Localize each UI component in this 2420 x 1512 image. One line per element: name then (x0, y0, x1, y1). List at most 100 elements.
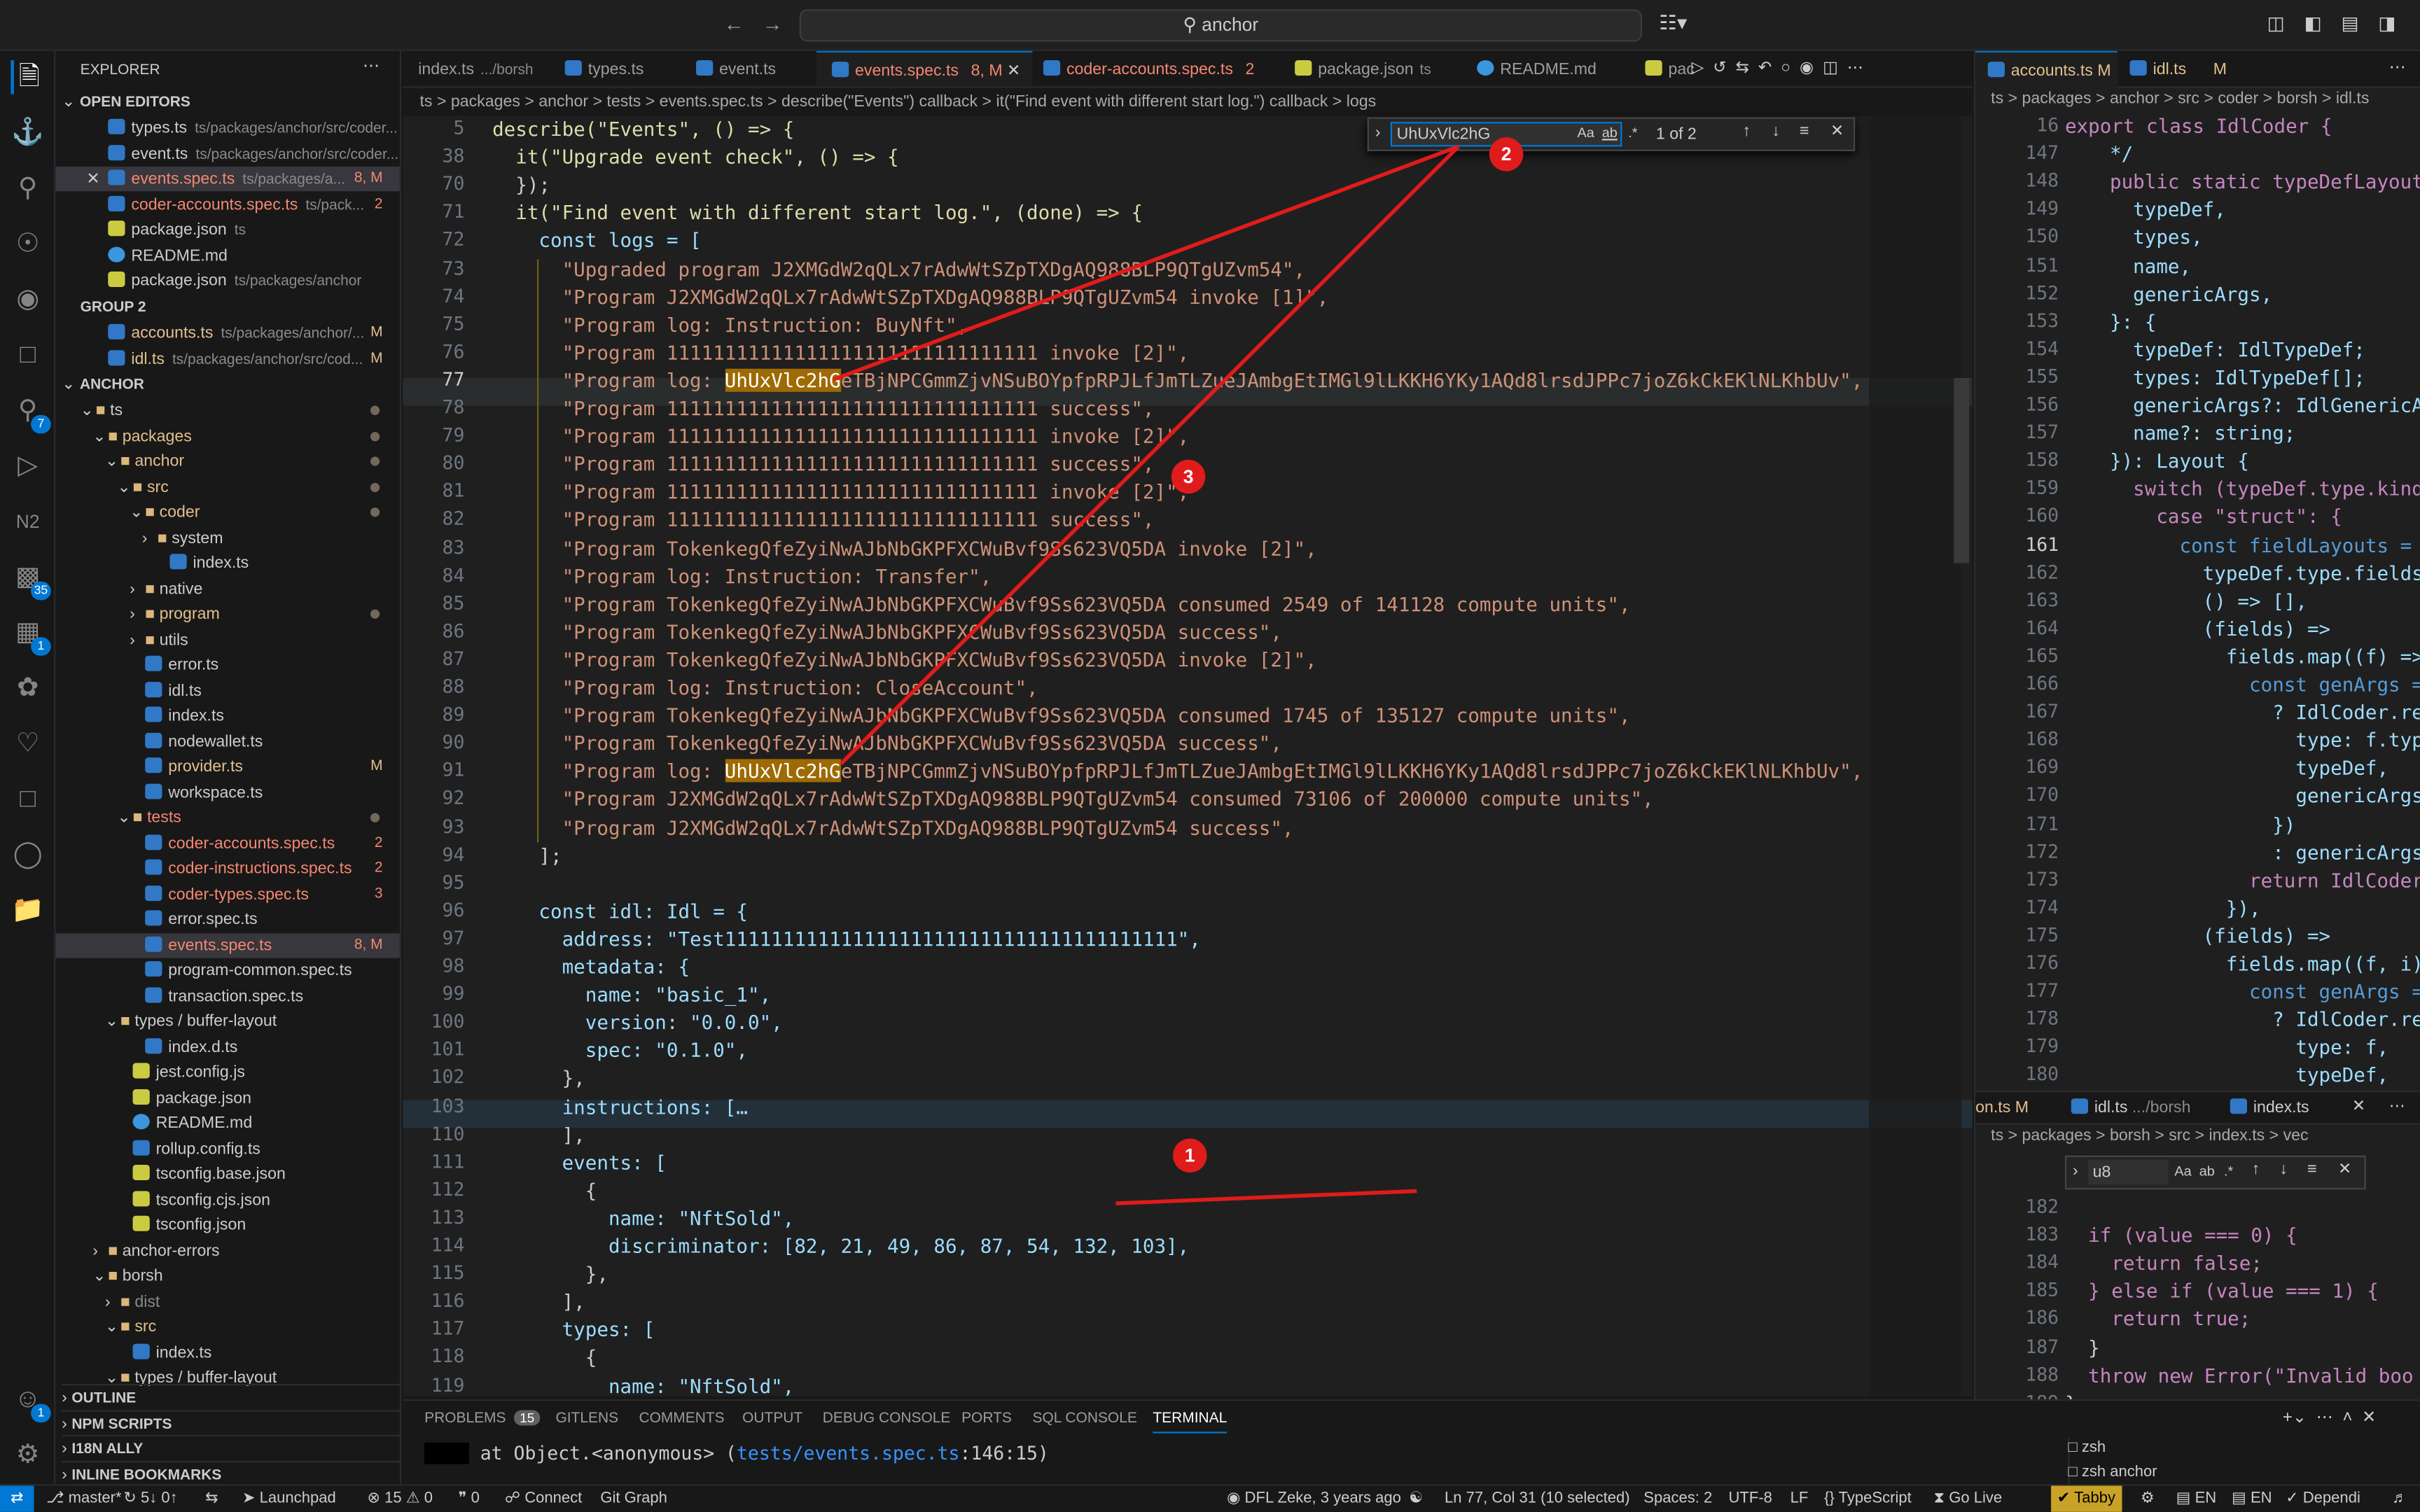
code-line[interactable]: return false; (2065, 1252, 2262, 1275)
code-line[interactable]: genericArgs, (2087, 281, 2272, 304)
more-actions-icon[interactable]: ⋯ (2316, 1408, 2333, 1427)
right-bottom-breadcrumb[interactable]: ts > packages > borsh > src > index.ts >… (1991, 1126, 2420, 1151)
code-line[interactable]: */ (2087, 142, 2133, 165)
code-line[interactable]: typeDef.type.fields, (2087, 561, 2420, 584)
code-line[interactable]: throw new Error("Invalid boo (2065, 1363, 2413, 1386)
terminal-instance-zsh-anchor[interactable]: □ zsh anchor (2068, 1464, 2157, 1481)
notifications-icon[interactable]: ♬ (2392, 1485, 2407, 1511)
code-line[interactable]: types: IdlTypeDef[]; (2087, 365, 2365, 388)
ports-indicator[interactable]: ❞ 0 (459, 1485, 480, 1511)
problems-indicator[interactable]: ⊗ 15 ⚠ 0 (368, 1485, 433, 1511)
right-breadcrumb[interactable]: ts > packages > anchor > src > coder > b… (1991, 90, 2420, 114)
code-line[interactable]: genericArgs?: IdlGenericAr (2087, 393, 2420, 416)
panel-tab[interactable]: OUTPUT (742, 1410, 802, 1427)
code-line[interactable]: genericArgs, (2087, 784, 2420, 807)
line-number: 151 (2025, 253, 2059, 276)
remote-icon[interactable]: ⇄ (0, 1485, 34, 1512)
panel-tab[interactable]: DEBUG CONSOLE (823, 1410, 951, 1427)
code-line[interactable]: fields.map((f) => (2087, 645, 2420, 668)
panel-tab[interactable]: GITLENS (555, 1410, 618, 1427)
code-line[interactable]: export class IdlCoder { (2065, 114, 2332, 137)
code-line[interactable]: switch (typeDef.type.kind) (2087, 477, 2420, 500)
tab-idl[interactable]: idl.ts M (2129, 51, 2227, 88)
more-actions-icon[interactable]: ⋯ (2389, 1097, 2405, 1115)
code-line[interactable]: (fields) => (2087, 924, 2330, 947)
code-line[interactable]: case "struct": { (2087, 505, 2342, 528)
code-line[interactable]: }) (2087, 812, 2295, 835)
code-line[interactable]: const fieldLayouts = ha (2087, 533, 2420, 556)
git-sync[interactable]: ↻ 5↓ 0↑ (123, 1485, 177, 1511)
code-line[interactable]: typeDef, (2087, 1063, 2388, 1086)
line-number: 167 (2025, 700, 2059, 722)
git-graph[interactable]: Git Graph (600, 1485, 667, 1511)
connect[interactable]: ☍ Connect (505, 1485, 583, 1511)
commit-icon: ◉ (1227, 1490, 1241, 1508)
code-line[interactable]: () => [], (2087, 589, 2307, 612)
terminal-instance-zsh[interactable]: □ zsh (2068, 1439, 2106, 1456)
annotation-marker-3: 3 (1171, 459, 1206, 494)
tab-idl-borsh[interactable]: idl.ts .../borsh (2071, 1098, 2190, 1117)
close-tab-icon[interactable]: ✕ (2352, 1097, 2365, 1115)
panel-tab[interactable]: SQL CONSOLE (1032, 1410, 1136, 1427)
code-line[interactable]: }): Layout { (2087, 449, 2249, 472)
input-language-1[interactable]: ▤ EN (2176, 1485, 2217, 1511)
code-line[interactable]: name?: string; (2087, 421, 2295, 444)
panel-tab[interactable]: PORTS (961, 1410, 1012, 1427)
end-of-line[interactable]: LF (1790, 1485, 1809, 1511)
code-line[interactable]: typeDef: IdlTypeDef; (2087, 337, 2365, 360)
line-number: 184 (2025, 1251, 2059, 1273)
line-number: 187 (2025, 1335, 2059, 1357)
code-line[interactable]: type: f.type (2087, 729, 2420, 752)
code-line[interactable]: } (2065, 1336, 2100, 1359)
settings-sync-icon[interactable]: ⚙ (2141, 1485, 2155, 1511)
git-branch[interactable]: ⎇ master* (46, 1485, 121, 1511)
code-line[interactable]: typeDef, (2087, 198, 2226, 221)
code-line[interactable]: } else if (value === 1) { (2065, 1280, 2379, 1303)
checkmark-icon: ✓ (2286, 1490, 2299, 1508)
dependi[interactable]: ✓ Dependi (2286, 1485, 2360, 1511)
code-line[interactable]: types, (2087, 226, 2203, 249)
encoding[interactable]: UTF-8 (1728, 1485, 1772, 1511)
code-line[interactable]: name, (2087, 254, 2191, 277)
code-line[interactable]: ? IdlCoder.res (2087, 1008, 2420, 1031)
git-compare-icon[interactable]: ⇆ (205, 1485, 218, 1511)
terminal-icon: □ (2068, 1439, 2078, 1457)
close-panel-icon[interactable]: ✕ (2362, 1408, 2376, 1427)
accessibility-icon[interactable]: ☯ (1409, 1485, 1423, 1511)
code-line[interactable]: }), (2087, 896, 2261, 919)
code-line[interactable]: : genericArgs; (2087, 840, 2420, 863)
tabby[interactable]: ✔ Tabby (2051, 1485, 2122, 1512)
cursor-position[interactable]: Ln 77, Col 31 (10 selected) (1445, 1485, 1630, 1511)
code-line[interactable]: type: f, (2087, 1036, 2388, 1059)
indentation[interactable]: Spaces: 2 (1643, 1485, 1712, 1511)
tab-index-ts[interactable]: index.ts (2230, 1098, 2309, 1117)
line-number: 177 (2025, 979, 2059, 1002)
code-line[interactable]: if (value === 0) { (2065, 1224, 2297, 1247)
new-terminal-icon[interactable]: +⌄ (2283, 1408, 2307, 1427)
code-line[interactable]: return IdlCoder. (2087, 868, 2420, 891)
code-line[interactable]: }: { (2087, 309, 2156, 332)
tab-on-ts[interactable]: on.ts M (1975, 1098, 2029, 1116)
terminal-output[interactable]: .... at Object.<anonymous> (tests/events… (424, 1442, 1049, 1464)
input-language-2[interactable]: ▤ EN (2232, 1485, 2272, 1511)
code-line[interactable]: ? IdlCoder.res (2087, 701, 2420, 724)
tab-accounts[interactable]: accounts.ts M (1975, 50, 2118, 88)
line-number: 171 (2025, 812, 2059, 834)
git-blame[interactable]: ◉ DFL Zeke, 3 years ago (1227, 1485, 1401, 1511)
line-number: 185 (2025, 1279, 2059, 1301)
code-line[interactable]: const genArgs = (2087, 980, 2420, 1003)
go-live[interactable]: ⧗ Go Live (1934, 1485, 2003, 1511)
language-mode[interactable]: {} TypeScript (1824, 1485, 1912, 1511)
code-line[interactable]: (fields) => (2087, 617, 2330, 640)
code-line[interactable]: typeDef, (2087, 757, 2388, 780)
more-actions-icon[interactable]: ⋯ (2389, 57, 2406, 77)
code-line[interactable]: return true; (2065, 1308, 2251, 1331)
code-line[interactable]: const genArgs = (2087, 673, 2420, 696)
panel-tab[interactable]: TERMINAL (1153, 1410, 1228, 1434)
code-line[interactable]: fields.map((f, i) (2087, 952, 2420, 975)
panel-size-icon[interactable]: ˄ (2342, 1408, 2352, 1427)
panel-tab[interactable]: COMMENTS (639, 1410, 724, 1427)
code-line[interactable]: public static typeDefLayout( (2087, 170, 2420, 193)
launchpad[interactable]: ➤ Launchpad (242, 1485, 336, 1511)
panel-tab[interactable]: PROBLEMS 15 (424, 1410, 541, 1427)
